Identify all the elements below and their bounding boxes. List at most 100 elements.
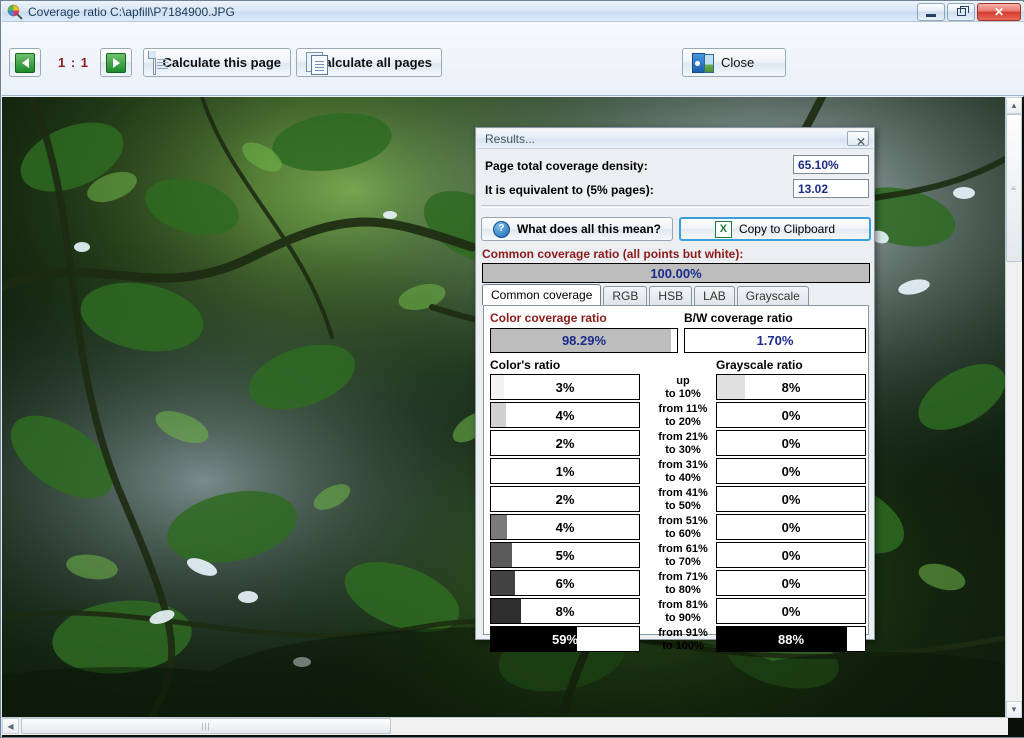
zoom-ratio-label: 1 : 1 [58, 55, 89, 70]
range-label: from 91%to 100% [640, 627, 726, 653]
dialog-body: Page total coverage density: 65.10% It i… [477, 149, 873, 638]
calculate-this-page-label: Calculate this page [163, 55, 281, 70]
colors-ratio-label: Color's ratio [490, 358, 560, 372]
window-title: Coverage ratio C:\apfill\P7184900.JPG [28, 4, 235, 20]
color-ratio-bar: 6% [490, 570, 640, 596]
grayscale-ratio-bar: 0% [716, 430, 866, 456]
horizontal-scroll-thumb[interactable]: ||| [21, 718, 391, 734]
color-coverage-value: 98.29% [491, 329, 677, 352]
tab-label: HSB [658, 289, 683, 303]
tab-rgb[interactable]: RGB [603, 286, 647, 305]
main-window: Coverage ratio C:\apfill\P7184900.JPG ✕ … [0, 0, 1024, 738]
grayscale-ratio-value: 0% [717, 515, 865, 539]
range-label: upto 10% [640, 375, 726, 401]
grayscale-ratio-bar: 0% [716, 458, 866, 484]
tab-panel-common-coverage: Color coverage ratio B/W coverage ratio … [483, 305, 869, 635]
grayscale-ratio-value: 0% [717, 431, 865, 455]
vertical-scroll-thumb[interactable]: ≡ [1006, 114, 1022, 262]
grip-icon: ≡ [1011, 184, 1017, 193]
scroll-up-button[interactable]: ▲ [1006, 97, 1022, 114]
range-label: from 31%to 40% [640, 459, 726, 485]
grayscale-ratio-bar: 0% [716, 598, 866, 624]
color-ratio-value: 59% [491, 627, 639, 651]
common-ratio-label: Common coverage ratio (all points but wh… [482, 247, 743, 261]
grayscale-ratio-bar: 88% [716, 626, 866, 652]
range-label: from 11%to 20% [640, 403, 726, 429]
caret-up-icon: ▲ [1010, 101, 1018, 110]
restore-button[interactable] [947, 3, 975, 21]
grayscale-ratio-value: 88% [717, 627, 865, 651]
grayscale-ratio-bar: 0% [716, 402, 866, 428]
bw-coverage-value: 1.70% [685, 329, 865, 352]
caret-left-icon: ◀ [7, 722, 13, 731]
grayscale-ratio-bar: 0% [716, 514, 866, 540]
what-does-this-mean-label: What does all this mean? [517, 222, 661, 236]
scroll-down-button[interactable]: ▼ [1006, 701, 1022, 718]
grayscale-ratio-label: Grayscale ratio [716, 358, 803, 372]
dialog-title: Results... [485, 132, 535, 146]
range-label: from 71%to 80% [640, 571, 726, 597]
coverage-app-icon [7, 4, 23, 20]
tab-grayscale[interactable]: Grayscale [737, 286, 809, 305]
total-density-label: Page total coverage density: [485, 159, 648, 173]
color-ratio-value: 4% [491, 403, 639, 427]
arrow-left-icon [15, 53, 35, 73]
next-page-button[interactable] [100, 48, 132, 77]
horizontal-scrollbar[interactable]: ◀ ||| [2, 717, 1008, 735]
calculate-all-pages-button[interactable]: Calculate all pages [296, 48, 442, 77]
vertical-scrollbar[interactable]: ▲ ≡ ▼ [1005, 97, 1022, 718]
window-close-button[interactable]: ✕ [977, 3, 1021, 21]
range-label: from 61%to 70% [640, 543, 726, 569]
close-icon: ✕ [856, 135, 866, 149]
grayscale-ratio-value: 0% [717, 403, 865, 427]
copy-to-clipboard-label: Copy to Clipboard [739, 222, 835, 236]
arrow-right-icon [106, 53, 126, 73]
bw-coverage-bar: 1.70% [684, 328, 866, 353]
close-button-label: Close [721, 55, 754, 70]
grayscale-ratio-value: 0% [717, 459, 865, 483]
toolbar: 1 : 1 Calculate this page [2, 22, 1024, 96]
color-coverage-bar: 98.29% [490, 328, 678, 353]
grip-icon: ||| [201, 722, 210, 731]
caption-buttons: ✕ [917, 3, 1021, 22]
common-ratio-bar: 100.00% [482, 263, 870, 283]
color-ratio-bar: 8% [490, 598, 640, 624]
grayscale-ratio-bar: 0% [716, 570, 866, 596]
range-label: from 41%to 50% [640, 487, 726, 513]
range-label: from 21%to 30% [640, 431, 726, 457]
color-coverage-label: Color coverage ratio [490, 311, 607, 325]
tab-label: Common coverage [491, 288, 592, 302]
close-icon: ✕ [994, 6, 1004, 18]
color-ratio-value: 8% [491, 599, 639, 623]
prev-page-button[interactable] [9, 48, 41, 77]
tab-label: LAB [703, 289, 726, 303]
equivalent-value: 13.02 [793, 179, 869, 198]
range-label: from 51%to 60% [640, 515, 726, 541]
equivalent-label: It is equivalent to (5% pages): [485, 183, 654, 197]
tab-label: Grayscale [746, 289, 800, 303]
what-does-this-mean-button[interactable]: ? What does all this mean? [481, 217, 673, 241]
close-button[interactable]: Close [682, 48, 786, 77]
tab-strip: Common coverage RGB HSB LAB Grayscale [482, 285, 811, 305]
page-icon [153, 51, 156, 75]
color-ratio-bar: 3% [490, 374, 640, 400]
tab-hsb[interactable]: HSB [649, 286, 692, 305]
total-density-value: 65.10% [793, 155, 869, 174]
color-ratio-value: 2% [491, 431, 639, 455]
range-label: from 81%to 90% [640, 599, 726, 625]
color-ratio-bar: 2% [490, 486, 640, 512]
grayscale-ratio-bar: 0% [716, 542, 866, 568]
tab-common-coverage[interactable]: Common coverage [482, 284, 601, 305]
grayscale-ratio-value: 0% [717, 599, 865, 623]
copy-to-clipboard-button[interactable]: X Copy to Clipboard [679, 217, 871, 241]
dialog-close-button[interactable]: ✕ [847, 131, 869, 146]
grayscale-ratio-bar: 8% [716, 374, 866, 400]
scroll-left-button[interactable]: ◀ [2, 718, 19, 734]
results-dialog: Results... ✕ Page total coverage density… [475, 127, 875, 640]
grayscale-ratio-value: 8% [717, 375, 865, 399]
color-ratio-value: 6% [491, 571, 639, 595]
minimize-button[interactable] [917, 3, 945, 21]
calculate-this-page-button[interactable]: Calculate this page [143, 48, 291, 77]
tab-lab[interactable]: LAB [694, 286, 735, 305]
color-ratio-bar: 4% [490, 402, 640, 428]
